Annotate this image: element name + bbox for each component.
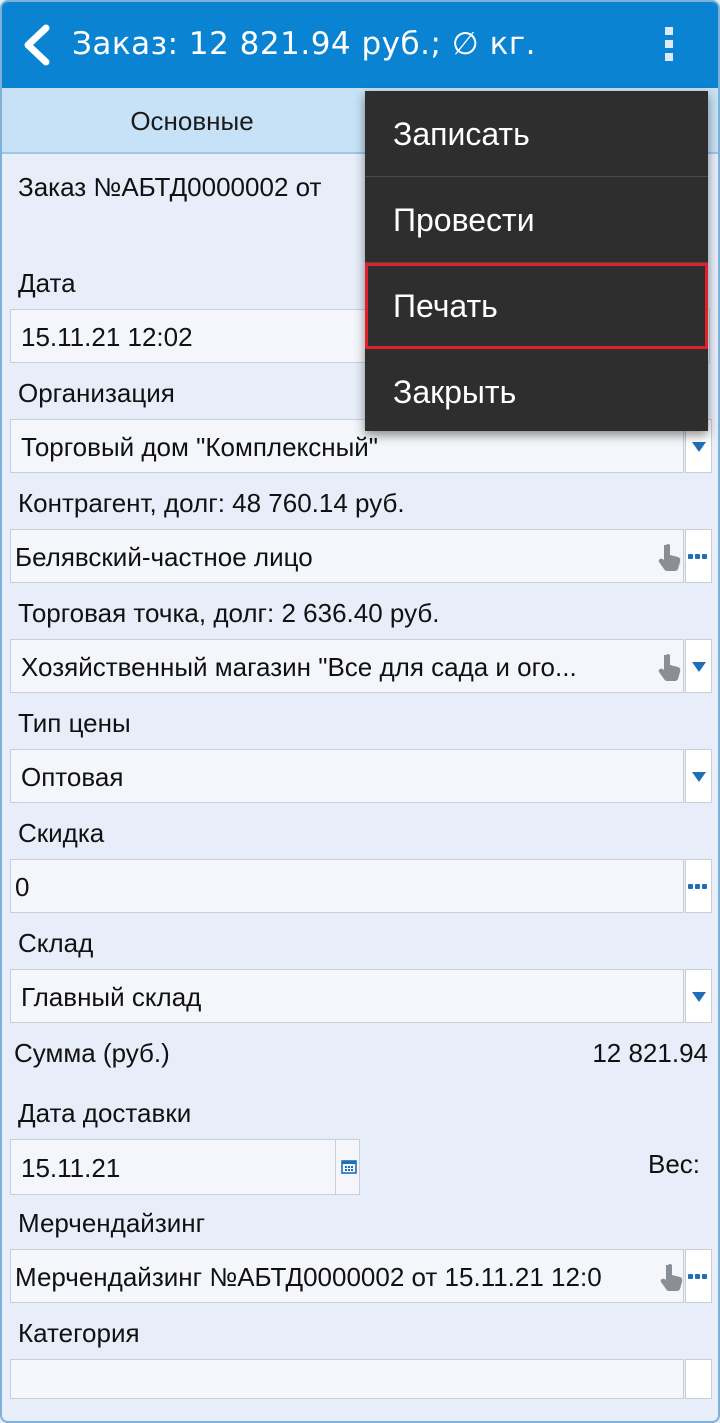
organization-value: Торговый дом "Комплексный" bbox=[21, 432, 379, 462]
screen: Заказ: 12 821.94 руб.; ∅ кг. Основные За… bbox=[0, 0, 720, 1423]
hand-pointer-icon[interactable] bbox=[657, 652, 683, 682]
counterparty-label: Контрагент, долг: 48 760.14 руб. bbox=[18, 488, 405, 518]
category-select[interactable] bbox=[10, 1359, 684, 1399]
sum-value: 12 821.94 bbox=[592, 1038, 708, 1068]
merch-label: Мерчендайзинг bbox=[18, 1208, 206, 1238]
outlet-dropdown-button[interactable] bbox=[685, 639, 712, 693]
overflow-menu: Записать Провести Печать Закрыть bbox=[365, 91, 708, 431]
hand-pointer-icon[interactable] bbox=[657, 542, 683, 572]
outlet-value: Хозяйственный магазин "Все для сада и ог… bbox=[21, 652, 577, 682]
counterparty-more-button[interactable] bbox=[685, 529, 712, 583]
discount-more-button[interactable] bbox=[685, 859, 712, 913]
date-value: 15.11.21 12:02 bbox=[21, 322, 193, 352]
weight-label: Вес: bbox=[648, 1149, 701, 1179]
warehouse-dropdown-button[interactable] bbox=[685, 969, 712, 1023]
merch-value: Мерчендайзинг №АБТД0000002 от 15.11.21 1… bbox=[15, 1262, 602, 1292]
tab-main[interactable]: Основные bbox=[2, 88, 382, 152]
dropdown-arrow-icon bbox=[692, 442, 706, 452]
menu-item-save[interactable]: Записать bbox=[365, 91, 708, 177]
dropdown-arrow-icon bbox=[692, 992, 706, 1002]
organization-label: Организация bbox=[18, 378, 175, 408]
chevron-left-icon[interactable] bbox=[16, 22, 62, 68]
merch-field[interactable]: Мерчендайзинг №АБТД0000002 от 15.11.21 1… bbox=[10, 1249, 684, 1303]
delivery-date-value: 15.11.21 bbox=[21, 1153, 121, 1183]
menu-item-close[interactable]: Закрыть bbox=[365, 349, 708, 435]
category-label: Категория bbox=[18, 1318, 140, 1348]
dropdown-arrow-icon bbox=[692, 662, 706, 672]
hand-pointer-icon[interactable] bbox=[659, 1262, 685, 1292]
discount-label: Скидка bbox=[18, 818, 105, 848]
dropdown-arrow-icon bbox=[692, 772, 706, 782]
price-type-value: Оптовая bbox=[21, 762, 124, 792]
price-type-select[interactable]: Оптовая bbox=[10, 749, 684, 803]
merch-more-button[interactable] bbox=[685, 1249, 712, 1303]
menu-item-post[interactable]: Провести bbox=[365, 177, 708, 263]
price-type-dropdown-button[interactable] bbox=[685, 749, 712, 803]
kebab-menu-icon[interactable] bbox=[654, 24, 684, 68]
date-label: Дата bbox=[18, 268, 76, 298]
discount-field[interactable]: 0 bbox=[10, 859, 684, 913]
sum-label: Сумма (руб.) bbox=[14, 1038, 170, 1068]
calendar-icon[interactable] bbox=[341, 1160, 357, 1174]
price-type-label: Тип цены bbox=[18, 708, 131, 738]
warehouse-label: Склад bbox=[18, 928, 94, 958]
outlet-label: Торговая точка, долг: 2 636.40 руб. bbox=[18, 598, 440, 628]
delivery-date-field[interactable]: 15.11.21 bbox=[10, 1139, 360, 1195]
more-dots-icon bbox=[688, 554, 712, 560]
more-dots-icon bbox=[688, 1274, 712, 1280]
more-dots-icon bbox=[688, 884, 712, 890]
page-title: Заказ: 12 821.94 руб.; ∅ кг. bbox=[72, 26, 537, 62]
discount-value: 0 bbox=[15, 872, 30, 902]
app-bar: Заказ: 12 821.94 руб.; ∅ кг. bbox=[2, 2, 718, 88]
outlet-select[interactable]: Хозяйственный магазин "Все для сада и ог… bbox=[10, 639, 684, 693]
order-number-title: Заказ №АБТД0000002 от bbox=[18, 172, 322, 202]
delivery-date-label: Дата доставки bbox=[18, 1098, 192, 1128]
warehouse-value: Главный склад bbox=[21, 982, 202, 1012]
category-dropdown-button[interactable] bbox=[685, 1359, 712, 1399]
counterparty-value: Белявский-частное лицо bbox=[15, 542, 313, 572]
counterparty-field[interactable]: Белявский-частное лицо bbox=[10, 529, 684, 583]
warehouse-select[interactable]: Главный склад bbox=[10, 969, 684, 1023]
menu-item-print[interactable]: Печать bbox=[365, 263, 708, 349]
